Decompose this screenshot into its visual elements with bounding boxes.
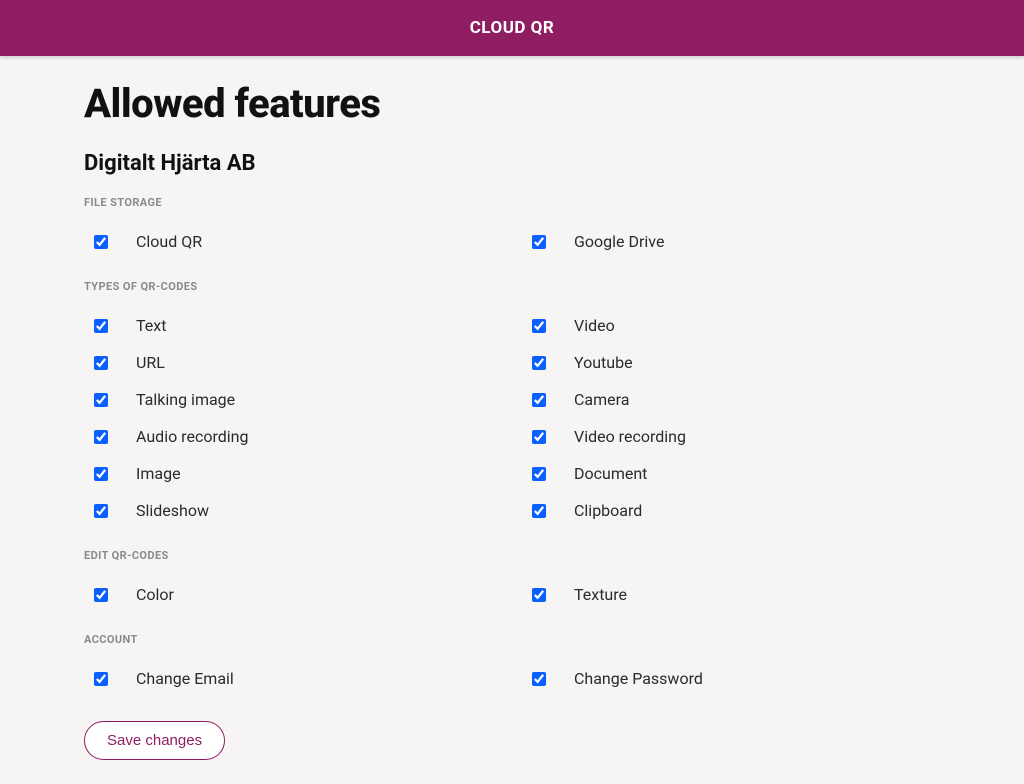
checkbox-image[interactable]	[94, 467, 108, 481]
account-grid: Change Email Change Password	[84, 660, 940, 697]
section-header-types-qr: TYPES OF QR-CODES	[84, 280, 940, 293]
checkbox-label: URL	[136, 353, 165, 372]
checkbox-url[interactable]	[94, 356, 108, 370]
checkbox-row-slideshow: Slideshow	[84, 492, 502, 529]
checkbox-google-drive[interactable]	[532, 235, 546, 249]
checkbox-label: Video recording	[574, 427, 686, 446]
checkbox-row-talking-image: Talking image	[84, 381, 502, 418]
checkbox-row-cloud-qr: Cloud QR	[84, 223, 502, 260]
checkbox-youtube[interactable]	[532, 356, 546, 370]
checkbox-clipboard[interactable]	[532, 504, 546, 518]
app-header: CLOUD QR	[0, 0, 1024, 56]
app-title: CLOUD QR	[470, 18, 555, 38]
checkbox-row-google-drive: Google Drive	[522, 223, 940, 260]
checkbox-label: Video	[574, 316, 615, 335]
checkbox-video-recording[interactable]	[532, 430, 546, 444]
checkbox-row-video: Video	[522, 307, 940, 344]
section-header-edit-qr: EDIT QR-CODES	[84, 549, 940, 562]
checkbox-cloud-qr[interactable]	[94, 235, 108, 249]
checkbox-label: Slideshow	[136, 501, 209, 520]
checkbox-label: Talking image	[136, 390, 235, 409]
checkbox-change-password[interactable]	[532, 672, 546, 686]
page-title: Allowed features	[84, 80, 940, 127]
checkbox-label: Clipboard	[574, 501, 642, 520]
section-header-account: ACCOUNT	[84, 633, 940, 646]
checkbox-row-text: Text	[84, 307, 502, 344]
checkbox-label: Text	[136, 316, 166, 335]
checkbox-label: Change Email	[136, 669, 234, 688]
content-area: Allowed features Digitalt Hjärta AB FILE…	[0, 56, 1024, 784]
checkbox-row-url: URL	[84, 344, 502, 381]
edit-qr-grid: Color Texture	[84, 576, 940, 613]
checkbox-label: Change Password	[574, 669, 703, 688]
checkbox-text[interactable]	[94, 319, 108, 333]
checkbox-row-texture: Texture	[522, 576, 940, 613]
checkbox-slideshow[interactable]	[94, 504, 108, 518]
checkbox-label: Audio recording	[136, 427, 248, 446]
checkbox-label: Youtube	[574, 353, 633, 372]
checkbox-video[interactable]	[532, 319, 546, 333]
checkbox-row-clipboard: Clipboard	[522, 492, 940, 529]
checkbox-label: Color	[136, 585, 174, 604]
file-storage-grid: Cloud QR Google Drive	[84, 223, 940, 260]
checkbox-document[interactable]	[532, 467, 546, 481]
checkbox-row-change-password: Change Password	[522, 660, 940, 697]
checkbox-texture[interactable]	[532, 588, 546, 602]
checkbox-label: Cloud QR	[136, 232, 202, 251]
checkbox-label: Google Drive	[574, 232, 664, 251]
checkbox-color[interactable]	[94, 588, 108, 602]
section-header-file-storage: FILE STORAGE	[84, 196, 940, 209]
checkbox-row-image: Image	[84, 455, 502, 492]
checkbox-talking-image[interactable]	[94, 393, 108, 407]
checkbox-label: Document	[574, 464, 647, 483]
checkbox-label: Camera	[574, 390, 629, 409]
checkbox-row-document: Document	[522, 455, 940, 492]
checkbox-row-youtube: Youtube	[522, 344, 940, 381]
checkbox-audio-recording[interactable]	[94, 430, 108, 444]
save-changes-button[interactable]: Save changes	[84, 721, 225, 760]
checkbox-label: Image	[136, 464, 181, 483]
types-qr-grid: Text Video URL Youtube Talking image Cam…	[84, 307, 940, 529]
checkbox-label: Texture	[574, 585, 627, 604]
checkbox-row-color: Color	[84, 576, 502, 613]
checkbox-row-video-recording: Video recording	[522, 418, 940, 455]
organization-name: Digitalt Hjärta AB	[84, 151, 940, 176]
checkbox-row-audio-recording: Audio recording	[84, 418, 502, 455]
checkbox-row-change-email: Change Email	[84, 660, 502, 697]
checkbox-camera[interactable]	[532, 393, 546, 407]
checkbox-row-camera: Camera	[522, 381, 940, 418]
checkbox-change-email[interactable]	[94, 672, 108, 686]
